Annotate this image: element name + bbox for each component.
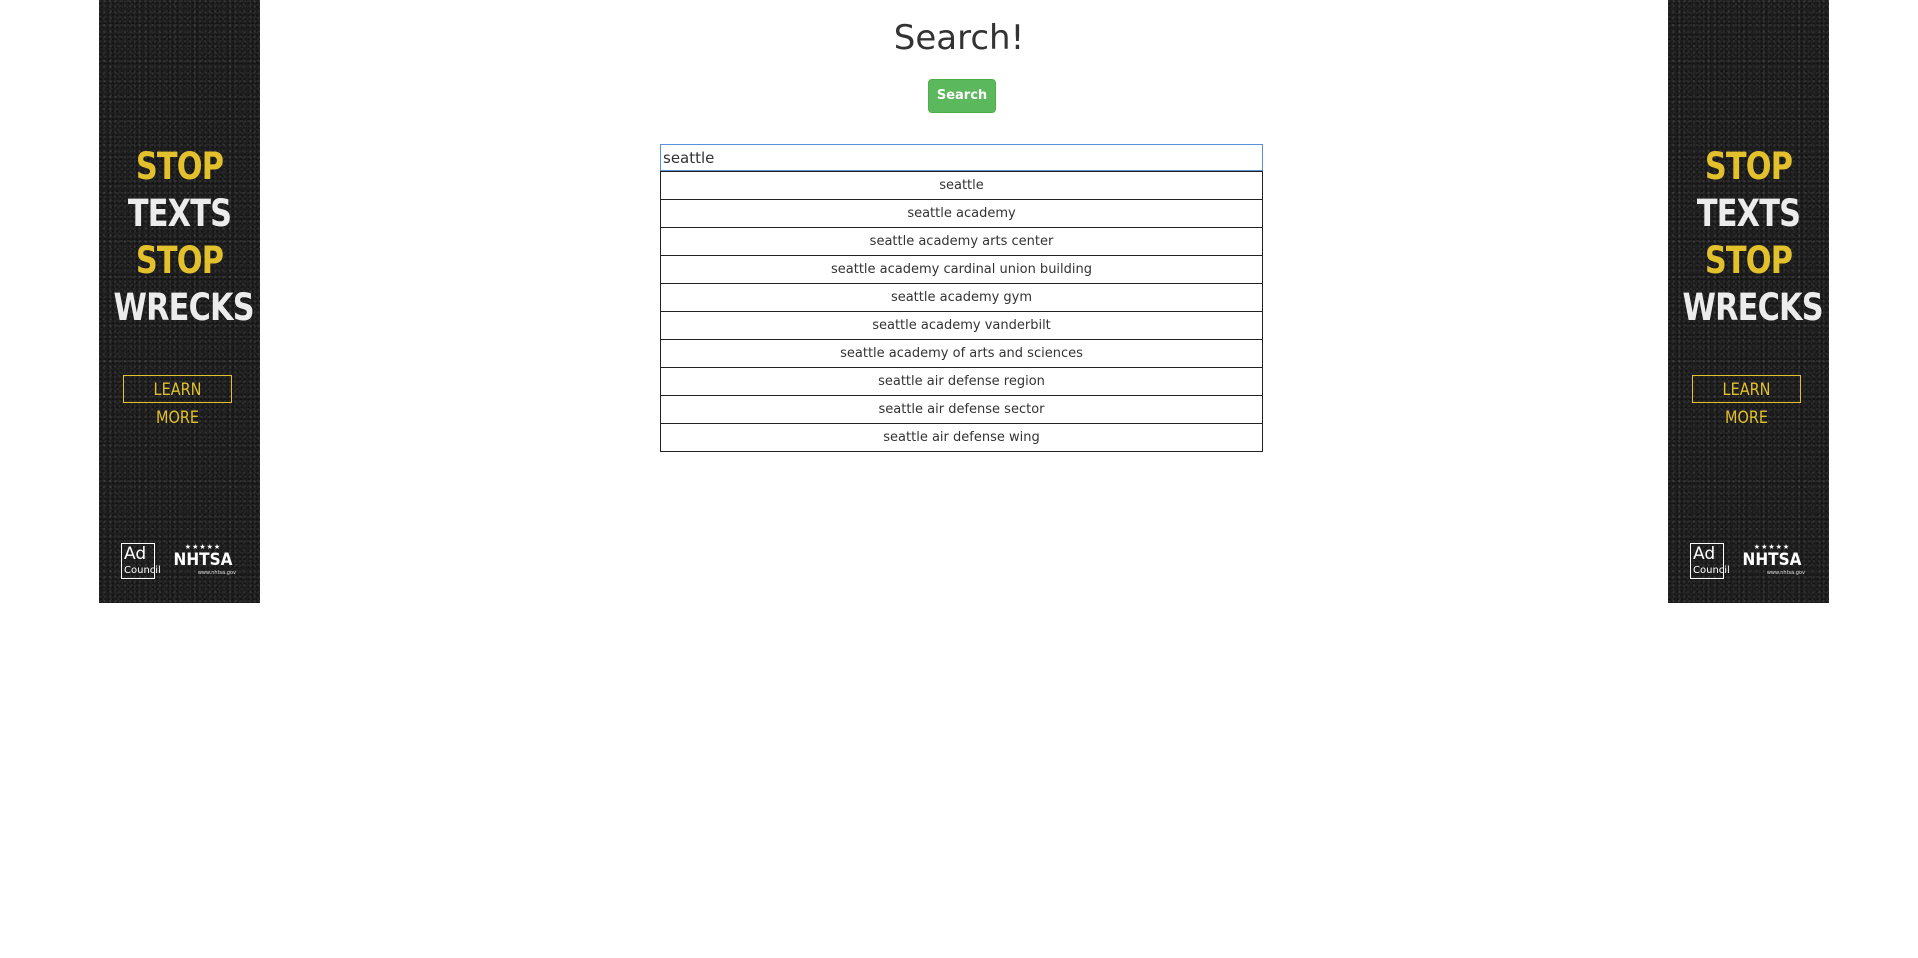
learn-more-button[interactable]: LEARN MORE [1692, 375, 1801, 428]
suggestion-item[interactable]: seattle academy [661, 200, 1262, 228]
search-button[interactable]: Search [928, 79, 996, 113]
ad-slogan-line: STOP [135, 239, 224, 282]
ad-slogan: STOP TEXTS STOP WRECKS [1668, 143, 1829, 331]
ad-slogan-line: WRECKS [113, 286, 254, 329]
nhtsa-name: NHTSA [173, 550, 233, 570]
ad-slogan-line: TEXTS [1696, 192, 1801, 235]
page: STOP TEXTS STOP WRECKS LEARN MORE Ad Cou… [0, 0, 1918, 958]
learn-more-label: LEARN MORE [1722, 380, 1771, 428]
ad-council-logo: Ad Council [1690, 543, 1730, 579]
right-ad-banner[interactable]: STOP TEXTS STOP WRECKS LEARN MORE Ad Cou… [1668, 0, 1829, 603]
suggestion-item[interactable]: seattle [661, 172, 1262, 200]
autocomplete-suggestions: seattle seattle academy seattle academy … [660, 171, 1263, 452]
ad-slogan: STOP TEXTS STOP WRECKS [99, 143, 260, 331]
ad-council-logo-council: Council [1693, 565, 1730, 576]
suggestion-item[interactable]: seattle air defense region [661, 368, 1262, 396]
ad-slogan-line: STOP [1704, 145, 1793, 188]
left-ad-banner[interactable]: STOP TEXTS STOP WRECKS LEARN MORE Ad Cou… [99, 0, 260, 603]
learn-more-button[interactable]: LEARN MORE [123, 375, 232, 428]
ad-council-logo: Ad Council [121, 543, 161, 579]
search-input[interactable] [660, 144, 1263, 171]
nhtsa-logo: ★★★★★ NHTSA www.nhtsa.gov [170, 543, 236, 581]
suggestion-item[interactable]: seattle academy cardinal union building [661, 256, 1262, 284]
suggestion-item[interactable]: seattle air defense sector [661, 396, 1262, 424]
suggestion-item[interactable]: seattle academy of arts and sciences [661, 340, 1262, 368]
ad-slogan-line: STOP [1704, 239, 1793, 282]
learn-more-label: LEARN MORE [153, 380, 202, 428]
page-title: Search! [893, 18, 1025, 58]
suggestion-item[interactable]: seattle academy arts center [661, 228, 1262, 256]
ad-council-logo-council: Council [124, 565, 161, 576]
nhtsa-url: www.nhtsa.gov [1766, 570, 1805, 576]
ad-logos: Ad Council ★★★★★ NHTSA www.nhtsa.gov [1690, 543, 1810, 581]
ad-council-logo-ad: Ad [124, 544, 147, 564]
ad-logos: Ad Council ★★★★★ NHTSA www.nhtsa.gov [121, 543, 241, 581]
nhtsa-name: NHTSA [1742, 550, 1802, 570]
suggestion-item[interactable]: seattle academy gym [661, 284, 1262, 312]
suggestion-item[interactable]: seattle air defense wing [661, 424, 1262, 451]
ad-council-logo-ad: Ad [1693, 544, 1716, 564]
nhtsa-logo: ★★★★★ NHTSA www.nhtsa.gov [1739, 543, 1805, 581]
suggestion-item[interactable]: seattle academy vanderbilt [661, 312, 1262, 340]
ad-slogan-line: TEXTS [127, 192, 232, 235]
ad-slogan-line: STOP [135, 145, 224, 188]
nhtsa-url: www.nhtsa.gov [197, 570, 236, 576]
ad-slogan-line: WRECKS [1682, 286, 1823, 329]
